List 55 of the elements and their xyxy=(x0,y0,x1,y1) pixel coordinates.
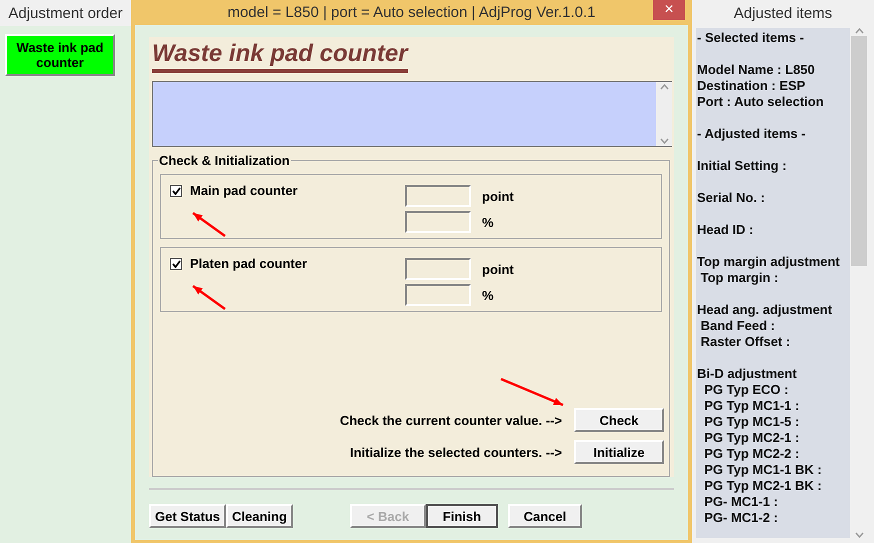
list-line: PG Typ MC1-1 : xyxy=(703,398,800,414)
scroll-up-icon[interactable] xyxy=(660,84,668,90)
scroll-up-icon[interactable] xyxy=(854,28,864,34)
list-line: - Adjusted items - xyxy=(697,126,807,142)
point-field[interactable] xyxy=(405,258,471,280)
list-line: Model Name : L850 xyxy=(697,62,816,78)
action-hint: Check the current counter value. --> xyxy=(340,412,562,428)
percent-field[interactable] xyxy=(405,211,471,233)
panel-title: Adjustment order xyxy=(0,0,131,26)
list-line: Destination : ESP xyxy=(697,78,806,94)
percent-field[interactable] xyxy=(405,284,471,306)
scroll-down-icon[interactable] xyxy=(660,138,668,144)
list-line: PG Typ ECO : xyxy=(703,382,790,398)
list-line: - Selected items - xyxy=(697,30,805,46)
list-line: Bi-D adjustment xyxy=(697,366,798,382)
dialog-button[interactable]: Get Status xyxy=(149,504,226,528)
list-line: PG- MC1-1 : xyxy=(703,494,779,510)
list-line: Head ang. adjustment xyxy=(697,302,834,318)
unit-label: % xyxy=(481,288,495,302)
list-line: Top margin adjustment xyxy=(697,254,841,270)
unit-label: % xyxy=(481,214,495,230)
list-line: Serial No. : xyxy=(697,190,766,206)
close-button[interactable]: × xyxy=(653,0,685,20)
action-button[interactable]: Initialize xyxy=(574,440,664,464)
list-line: Head ID : xyxy=(697,222,754,238)
list-line: PG Typ MC2-1 BK : xyxy=(703,478,823,494)
dialog-button[interactable]: Finish xyxy=(426,504,498,528)
list-line: PG Typ MC1-5 : xyxy=(703,414,800,430)
counter-checkbox[interactable]: Platen pad counter xyxy=(170,256,405,271)
window-title: model = L850 | port = Auto selection | AdjProg Ver.1.0.1 xyxy=(227,4,596,21)
list-line: Raster Offset : xyxy=(700,334,792,350)
unit-label: point xyxy=(481,188,515,204)
adjustment-item[interactable]: Waste ink pad counter xyxy=(5,34,115,76)
check-icon xyxy=(172,186,180,194)
group-title: Check & Initialization xyxy=(158,153,291,168)
unit-label: point xyxy=(481,262,515,276)
list-line: PG- MC1-2 : xyxy=(703,510,779,526)
dialog-button[interactable]: Cleaning xyxy=(226,504,293,528)
scrollbar[interactable] xyxy=(656,82,672,146)
list-line: Top margin : xyxy=(700,270,780,286)
list-line: PG Typ MC2-1 : xyxy=(703,430,800,446)
action-hint: Initialize the selected counters. --> xyxy=(350,444,562,460)
list-line: Initial Setting : xyxy=(697,158,788,174)
list-line: PG Typ MC1-1 BK : xyxy=(703,462,823,478)
action-button[interactable]: Check xyxy=(574,408,664,432)
page-heading: Waste ink pad counter xyxy=(152,39,408,73)
list-line: Band Feed : xyxy=(700,318,776,334)
scroll-down-icon[interactable] xyxy=(854,532,864,538)
list-line: PG Typ MC2-2 : xyxy=(703,446,800,462)
counter-checkbox[interactable]: Main pad counter xyxy=(170,183,405,198)
point-field[interactable] xyxy=(405,185,471,207)
panel-title: Adjusted items xyxy=(692,0,874,26)
check-icon xyxy=(172,260,180,268)
list-line: Port : Auto selection xyxy=(697,94,825,110)
dialog-button[interactable]: Cancel xyxy=(508,504,582,528)
